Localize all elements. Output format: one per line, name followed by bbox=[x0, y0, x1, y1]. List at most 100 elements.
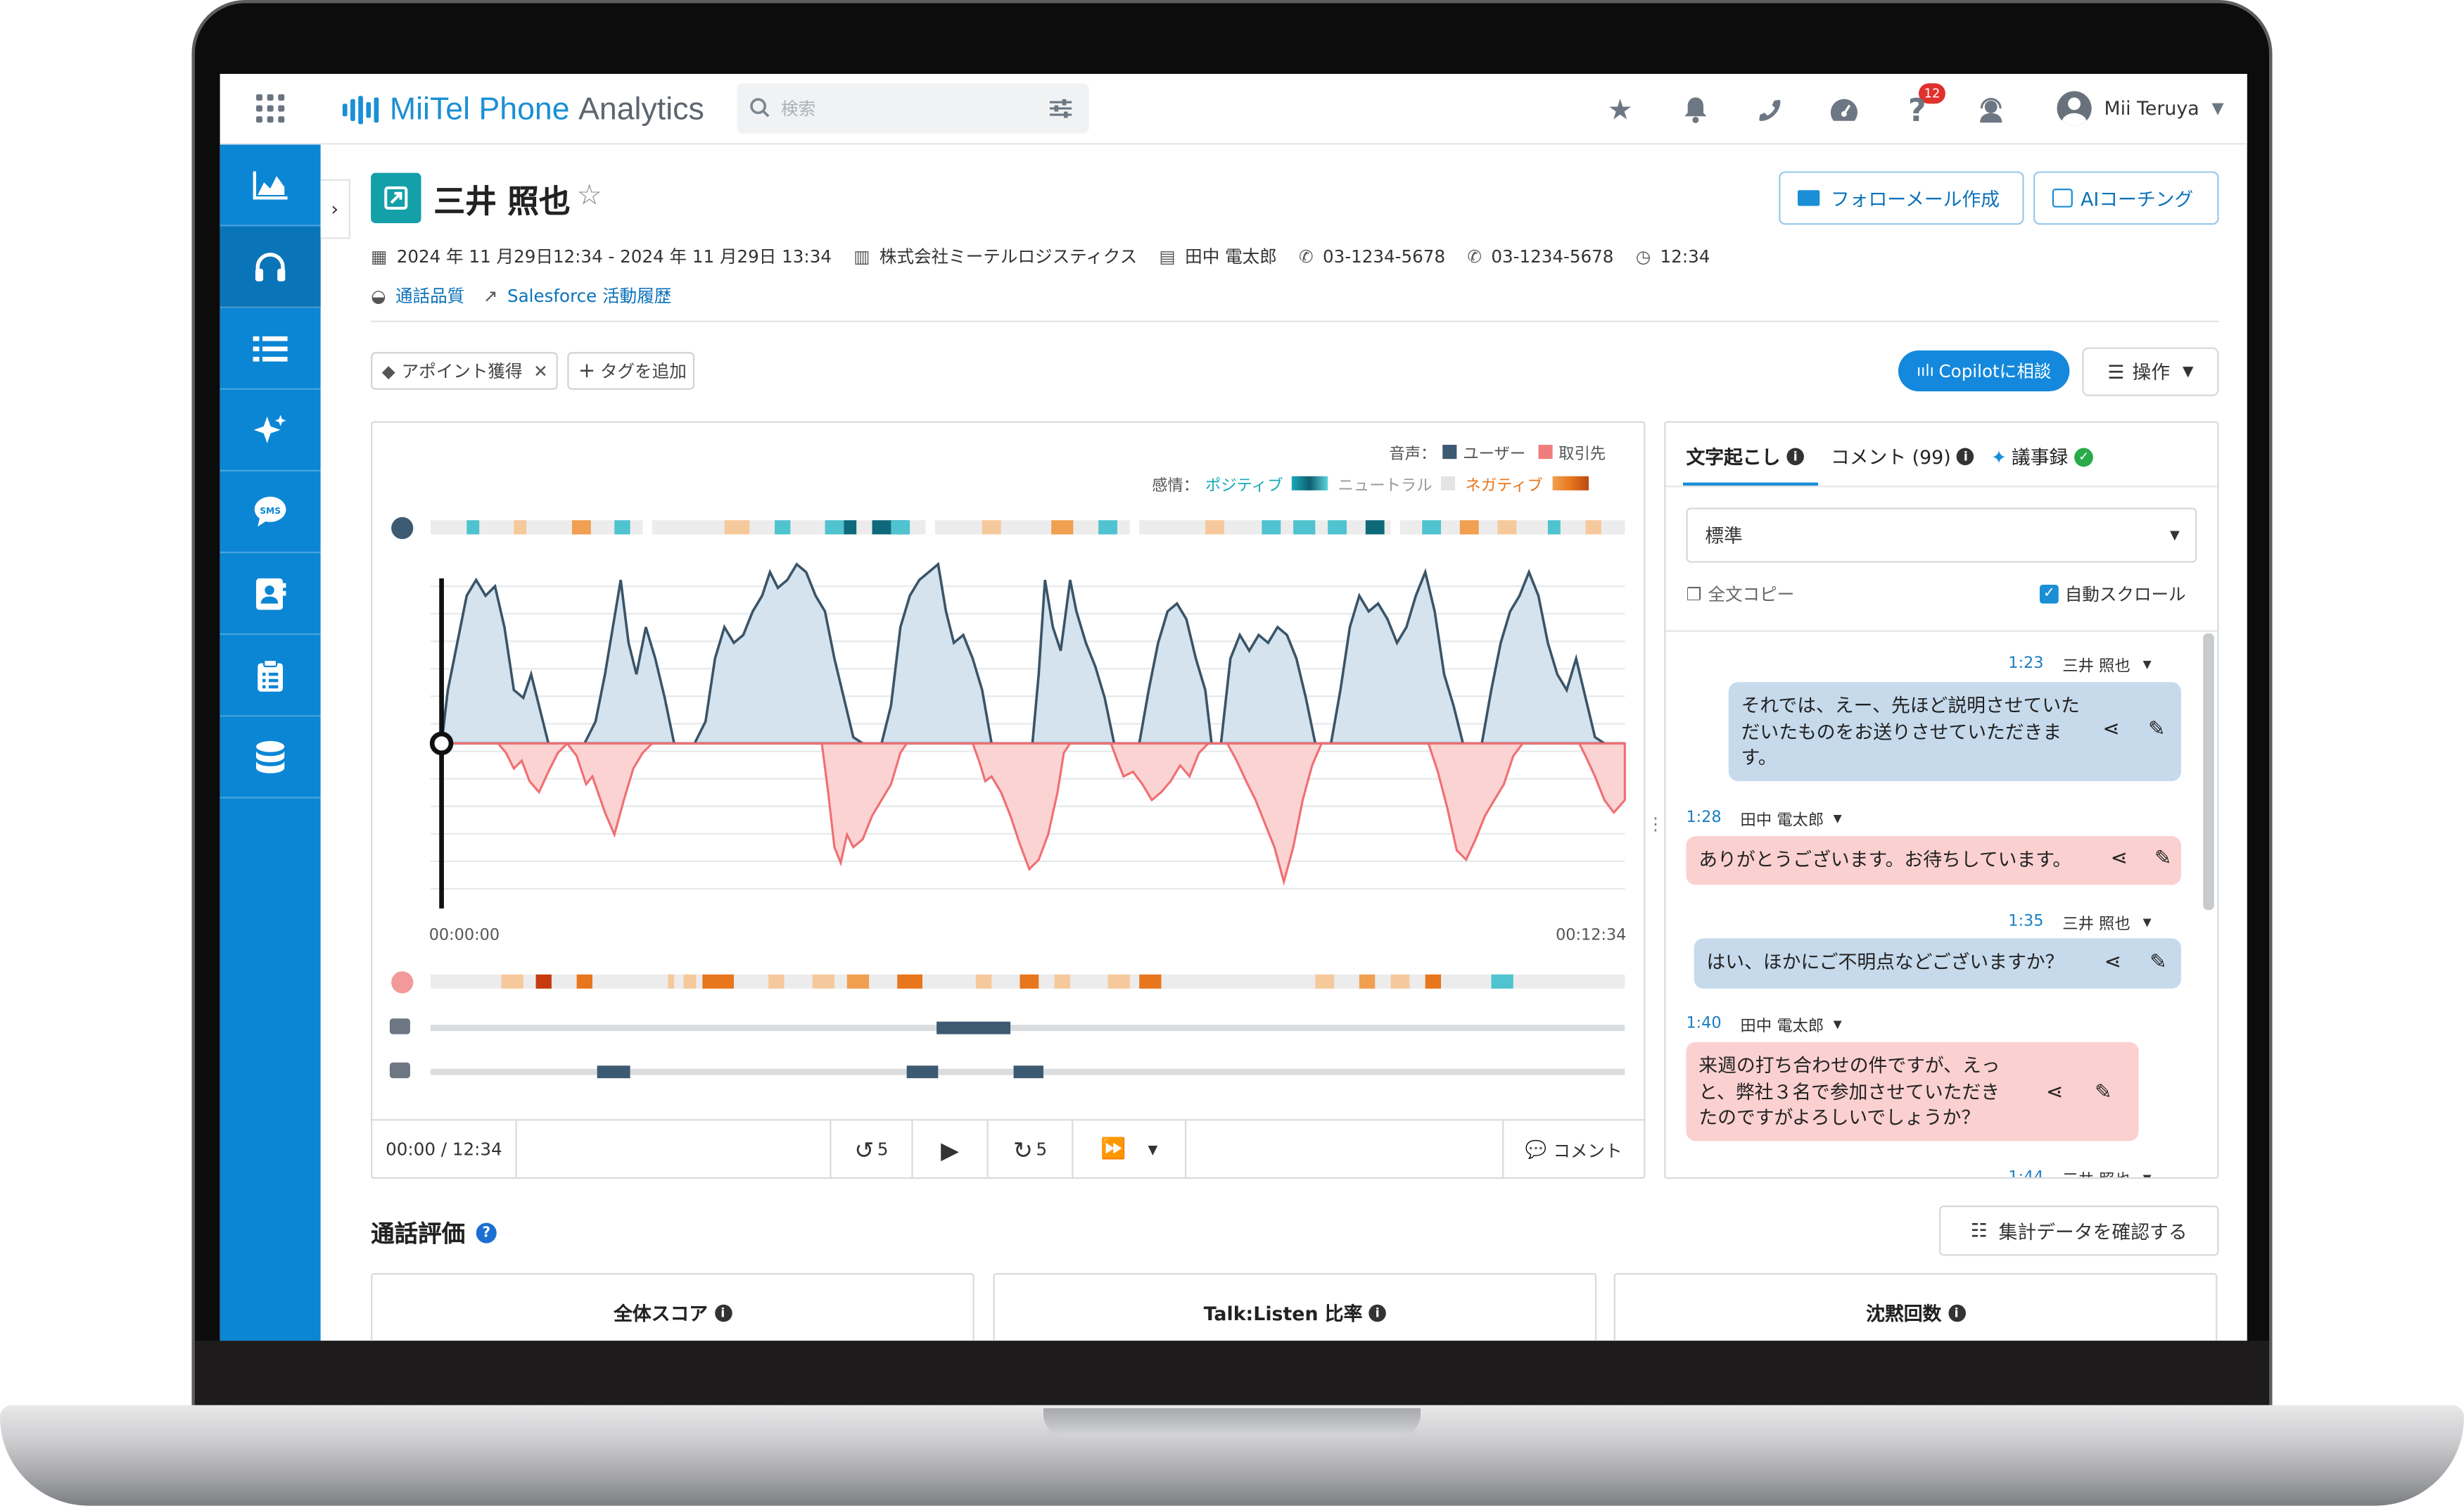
emotion-segment bbox=[844, 520, 857, 535]
emotion-segment bbox=[897, 974, 923, 989]
user-menu[interactable]: Mii Teruya ▼ bbox=[2057, 89, 2224, 127]
svg-text:SMS: SMS bbox=[260, 506, 281, 516]
speaker-name: 田中 電太郎 bbox=[1740, 812, 1824, 830]
operations-dropdown[interactable]: ☰ 操作 ▼ bbox=[2082, 347, 2219, 396]
call-meta-row: ▦ 2024 年 11 月29日12:34 - 2024 年 11 月29日 1… bbox=[371, 243, 1710, 269]
brand-left: MiiTel Phone bbox=[389, 91, 570, 127]
forward-button[interactable]: ↻ 5 bbox=[989, 1120, 1074, 1179]
salesforce-link[interactable]: Salesforce 活動履歴 bbox=[507, 283, 671, 308]
sidebar-item-calls[interactable] bbox=[220, 226, 321, 308]
edit-icon[interactable]: ✎ bbox=[2154, 847, 2171, 871]
call-datetime: 2024 年 11 月29日12:34 - 2024 年 11 月29日 13:… bbox=[396, 246, 832, 267]
app-grid-icon[interactable] bbox=[256, 94, 285, 123]
edit-icon[interactable]: ✎ bbox=[2095, 1082, 2111, 1106]
phone-icon[interactable] bbox=[1752, 93, 1786, 127]
summary-data-button[interactable]: ☷ 集計データを確認する bbox=[1939, 1206, 2219, 1256]
company-name[interactable]: 株式会社ミーテルロジスティクス bbox=[879, 243, 1137, 269]
call-quality-link[interactable]: 通話品質 bbox=[395, 283, 464, 308]
audio-player: 00:00 / 12:34 ↺ 5 ▶ ↻ 5 ⏩ ▼ 💬 コメント bbox=[372, 1119, 1644, 1179]
external-link-square-icon[interactable] bbox=[371, 172, 421, 224]
comment-button[interactable]: 💬 コメント bbox=[1502, 1120, 1644, 1179]
sidebar-collapse-toggle[interactable]: › bbox=[320, 179, 351, 239]
timestamp-link[interactable]: 1:44 bbox=[2008, 1170, 2043, 1177]
emotion-segment bbox=[501, 974, 523, 989]
caret-down-icon[interactable]: ▼ bbox=[2143, 658, 2152, 671]
transcript-text: 来週の打ち合わせの件ですが、えっと、弊社３名で参加させていただきたのですがよろし… bbox=[1698, 1054, 2000, 1129]
comments-marker[interactable] bbox=[597, 1065, 630, 1079]
speed-dropdown[interactable]: ⏩ ▼ bbox=[1073, 1120, 1187, 1179]
headset-icon bbox=[255, 252, 286, 281]
bell-icon[interactable] bbox=[1678, 93, 1713, 127]
transcript-mode-select[interactable]: 標準 ▼ bbox=[1686, 507, 2197, 563]
score-card: 全体スコア i bbox=[371, 1273, 974, 1341]
close-icon[interactable]: ✕ bbox=[533, 361, 548, 381]
contact-name[interactable]: 田中 電太郎 bbox=[1185, 243, 1277, 269]
transcript-text: それでは、えー、先ほど説明させていただいたものをお送りさせていただきます。 bbox=[1741, 695, 2080, 769]
share-icon[interactable]: ⋖ bbox=[2102, 719, 2119, 742]
emotion-segment bbox=[1459, 520, 1479, 535]
timestamp-link[interactable]: 1:28 bbox=[1686, 809, 1721, 827]
waveform-chart[interactable] bbox=[372, 423, 1644, 1119]
comments-marker[interactable] bbox=[1013, 1065, 1043, 1079]
sidebar-item-database[interactable] bbox=[220, 716, 321, 799]
emotion-segment bbox=[925, 520, 935, 535]
tag-chip[interactable]: ◆ アポイント獲得 ✕ bbox=[371, 352, 558, 390]
sidebar-item-tasks[interactable] bbox=[220, 635, 321, 717]
timestamp-link[interactable]: 1:40 bbox=[1686, 1015, 1721, 1033]
playhead-handle[interactable] bbox=[429, 731, 454, 756]
caret-down-icon: ▼ bbox=[2183, 364, 2194, 380]
search-input[interactable]: 検索 bbox=[737, 83, 1089, 134]
transcript-scrollbar[interactable] bbox=[2203, 633, 2214, 911]
rewind-button[interactable]: ↺ 5 bbox=[831, 1120, 913, 1179]
support-agent-icon[interactable] bbox=[1974, 93, 2008, 127]
add-tag-button[interactable]: + タグを追加 bbox=[567, 352, 695, 390]
timestamp-link[interactable]: 1:23 bbox=[2008, 655, 2043, 673]
share-icon[interactable]: ⋖ bbox=[2104, 951, 2121, 975]
sidebar-item-list[interactable] bbox=[220, 308, 321, 390]
comments-marker[interactable] bbox=[906, 1065, 939, 1079]
edit-icon[interactable]: ✎ bbox=[2149, 951, 2166, 975]
speedometer-icon[interactable] bbox=[1826, 93, 1860, 127]
caret-down-icon[interactable]: ▼ bbox=[2143, 916, 2152, 928]
copilot-button[interactable]: ıılı Copilotに相談 bbox=[1898, 350, 2070, 392]
filter-sliders-icon[interactable] bbox=[1049, 99, 1072, 118]
sidebar-item-contacts[interactable] bbox=[220, 553, 321, 635]
brand-right: Analytics bbox=[578, 91, 704, 127]
sidebar-item-sms[interactable]: SMS bbox=[220, 472, 321, 554]
sidebar-item-ai[interactable] bbox=[220, 390, 321, 472]
caret-down-icon[interactable]: ▼ bbox=[2143, 1172, 2152, 1177]
operations-label: 操作 bbox=[2132, 361, 2171, 384]
timestamp-link[interactable]: 1:35 bbox=[2008, 913, 2043, 931]
tab-comments-label: コメント (99) bbox=[1830, 446, 1951, 469]
speaker-name: 田中 電太郎 bbox=[1740, 1018, 1824, 1036]
list-icon: ☷ bbox=[1970, 1220, 1988, 1242]
ai-coaching-button[interactable]: AIコーチング bbox=[2033, 171, 2219, 225]
app-logo[interactable]: MiiTel Phone Analytics bbox=[342, 88, 704, 132]
edit-icon[interactable]: ✎ bbox=[2148, 719, 2165, 742]
tab-minutes[interactable]: ✦ 議事録 ✓ bbox=[1991, 443, 2094, 470]
share-icon[interactable]: ⋖ bbox=[2046, 1082, 2063, 1106]
follow-mail-button[interactable]: フォローメール作成 bbox=[1779, 171, 2024, 225]
client-emotion-strip bbox=[430, 974, 1625, 989]
share-icon[interactable]: ⋖ bbox=[2110, 847, 2127, 871]
caret-down-icon[interactable]: ▼ bbox=[1834, 1018, 1842, 1030]
copilot-label: Copilotに相談 bbox=[1938, 361, 2052, 382]
tab-transcript[interactable]: 文字起こし i bbox=[1686, 443, 1804, 470]
sidebar-item-analytics[interactable] bbox=[220, 144, 321, 227]
auto-scroll-checkbox[interactable]: ✓ 自動スクロール bbox=[2039, 581, 2186, 607]
comment-marker[interactable] bbox=[936, 1021, 1011, 1034]
copy-all-button[interactable]: ❐ 全文コピー bbox=[1686, 581, 1794, 607]
emotion-segment bbox=[1020, 974, 1039, 989]
panel-resize-handle[interactable]: ⋮ bbox=[1647, 814, 1665, 835]
help-circle-icon[interactable]: ? bbox=[476, 1222, 497, 1244]
tab-comments[interactable]: コメント (99) i bbox=[1830, 443, 1975, 470]
star-outline-icon[interactable]: ☆ bbox=[577, 179, 602, 213]
play-icon: ▶ bbox=[941, 1135, 959, 1164]
emotion-segment bbox=[724, 520, 750, 535]
play-button[interactable]: ▶ bbox=[913, 1120, 989, 1179]
caret-down-icon[interactable]: ▼ bbox=[1834, 812, 1842, 825]
main-content: 三井 照也 ☆ フォローメール作成 AIコーチング ▦ 2024 年 11 月2… bbox=[371, 144, 2225, 1341]
help-icon[interactable]: ? bbox=[1900, 91, 1934, 129]
gauge-icon: ◒ bbox=[371, 285, 386, 306]
favorite-star-icon[interactable]: ★ bbox=[1603, 93, 1637, 127]
